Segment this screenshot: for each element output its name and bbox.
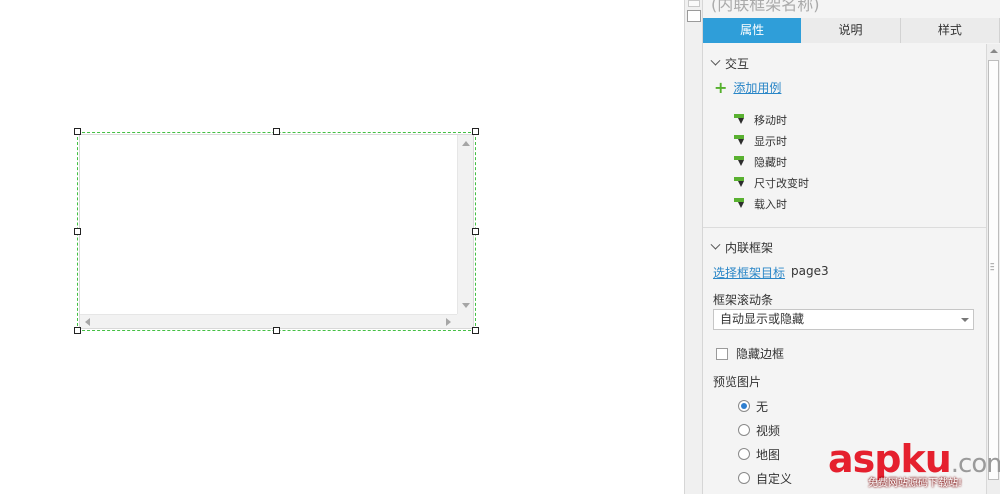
event-flag-icon — [733, 134, 746, 147]
event-label: 显示时 — [754, 134, 787, 148]
radio-button[interactable] — [738, 448, 750, 460]
preview-option-video[interactable]: 视频 — [738, 418, 792, 442]
event-label: 隐藏时 — [754, 155, 787, 169]
event-item-show[interactable]: 显示时 — [733, 130, 809, 151]
frame-scrollbar-value: 自动显示或隐藏 — [720, 312, 805, 326]
radio-label: 地图 — [756, 447, 781, 462]
event-item-hide[interactable]: 隐藏时 — [733, 151, 809, 172]
event-label: 尺寸改变时 — [754, 176, 809, 190]
event-item-move[interactable]: 移动时 — [733, 109, 809, 130]
preview-option-none[interactable]: 无 — [738, 394, 792, 418]
preview-option-custom[interactable]: 自定义 — [738, 466, 792, 490]
event-flag-icon — [733, 176, 746, 189]
resize-handle-right[interactable] — [472, 228, 479, 235]
radio-button[interactable] — [738, 424, 750, 436]
inspector-tabs: 属性 说明 样式 — [703, 18, 1000, 43]
frame-target-row: 选择框架目标 page3 — [713, 264, 829, 281]
add-case-button[interactable]: + 添加用例 — [714, 79, 781, 96]
radio-label: 无 — [756, 399, 769, 414]
section-divider — [703, 227, 986, 228]
canvas-scroll-thumb[interactable] — [687, 10, 701, 22]
scroll-left-arrow-icon[interactable] — [85, 318, 90, 326]
design-canvas[interactable] — [0, 0, 684, 494]
event-flag-icon — [733, 155, 746, 168]
tab-style[interactable]: 样式 — [900, 18, 1000, 43]
resize-handle-left[interactable] — [74, 228, 81, 235]
interaction-section-header[interactable]: 交互 — [710, 55, 750, 72]
scroll-down-arrow-icon[interactable] — [462, 303, 470, 308]
radio-button[interactable] — [738, 472, 750, 484]
scrollbar-corner — [457, 314, 473, 328]
scroll-up-arrow-icon[interactable] — [462, 141, 470, 146]
event-flag-icon — [733, 113, 746, 126]
widget-name-field[interactable]: (内联框架名称) — [711, 0, 820, 15]
resize-handle-bottom-right[interactable] — [472, 327, 479, 334]
radio-button[interactable] — [738, 400, 750, 412]
preview-image-label: 预览图片 — [713, 375, 762, 389]
plus-icon: + — [714, 77, 728, 97]
interaction-section-label: 交互 — [725, 57, 750, 71]
hide-border-checkbox[interactable] — [716, 347, 728, 360]
add-case-link[interactable]: 添加用例 — [733, 79, 781, 96]
watermark-tagline: 免费网站源码下载站! — [868, 478, 963, 489]
event-flag-icon — [733, 197, 746, 210]
inline-frame-section-label: 内联框架 — [725, 241, 774, 255]
radio-label: 视频 — [756, 423, 781, 438]
site-watermark: aspku.com 免费网站源码下载站! — [828, 437, 1000, 494]
preview-image-options: 无 视频 地图 自定义 — [738, 394, 792, 490]
canvas-scrollbar[interactable] — [684, 0, 703, 494]
select-frame-target-link[interactable]: 选择框架目标 — [713, 264, 785, 281]
inspector-scrollbar[interactable]: – – – — [986, 44, 1000, 494]
chevron-down-icon — [710, 239, 721, 250]
event-item-load[interactable]: 载入时 — [733, 193, 809, 214]
frame-target-value: page3 — [791, 264, 829, 278]
frame-horizontal-scrollbar[interactable] — [80, 314, 457, 328]
inline-frame-section-header[interactable]: 内联框架 — [710, 239, 774, 256]
hide-border-option[interactable]: 隐藏边框 — [716, 345, 784, 362]
radio-label: 自定义 — [756, 471, 793, 486]
inline-frame-widget[interactable] — [77, 132, 476, 331]
canvas-scroll-up-button[interactable] — [688, 0, 700, 7]
resize-handle-bottom[interactable] — [273, 327, 280, 334]
tab-notes[interactable]: 说明 — [801, 18, 901, 43]
resize-handle-bottom-left[interactable] — [74, 327, 81, 334]
hide-border-label: 隐藏边框 — [736, 347, 785, 361]
inline-frame-content — [79, 134, 474, 329]
inspector-body: 交互 + 添加用例 移动时 显示时 隐藏时 尺寸改变时 载入时 内联框架 选择框… — [703, 44, 986, 494]
resize-handle-top-right[interactable] — [472, 128, 479, 135]
event-list: 移动时 显示时 隐藏时 尺寸改变时 载入时 — [733, 109, 809, 214]
frame-scrollbar-label: 框架滚动条 — [713, 293, 774, 307]
inspector-panel: (内联框架名称) 属性 说明 样式 交互 + 添加用例 移动时 显示时 隐藏时 … — [703, 0, 1000, 494]
grip-icon: – – – — [990, 259, 995, 275]
resize-handle-top[interactable] — [273, 128, 280, 135]
event-item-resize[interactable]: 尺寸改变时 — [733, 172, 809, 193]
preview-option-map[interactable]: 地图 — [738, 442, 792, 466]
scroll-right-arrow-icon[interactable] — [446, 318, 451, 326]
tab-properties[interactable]: 属性 — [703, 18, 802, 43]
chevron-down-icon — [710, 55, 721, 66]
event-label: 载入时 — [754, 197, 787, 211]
resize-handle-top-left[interactable] — [74, 128, 81, 135]
frame-scrollbar-select[interactable]: 自动显示或隐藏 — [713, 309, 974, 330]
chevron-down-icon — [961, 318, 969, 322]
event-label: 移动时 — [754, 113, 787, 127]
frame-vertical-scrollbar[interactable] — [457, 135, 473, 314]
scroll-up-arrow-icon[interactable] — [990, 49, 998, 53]
